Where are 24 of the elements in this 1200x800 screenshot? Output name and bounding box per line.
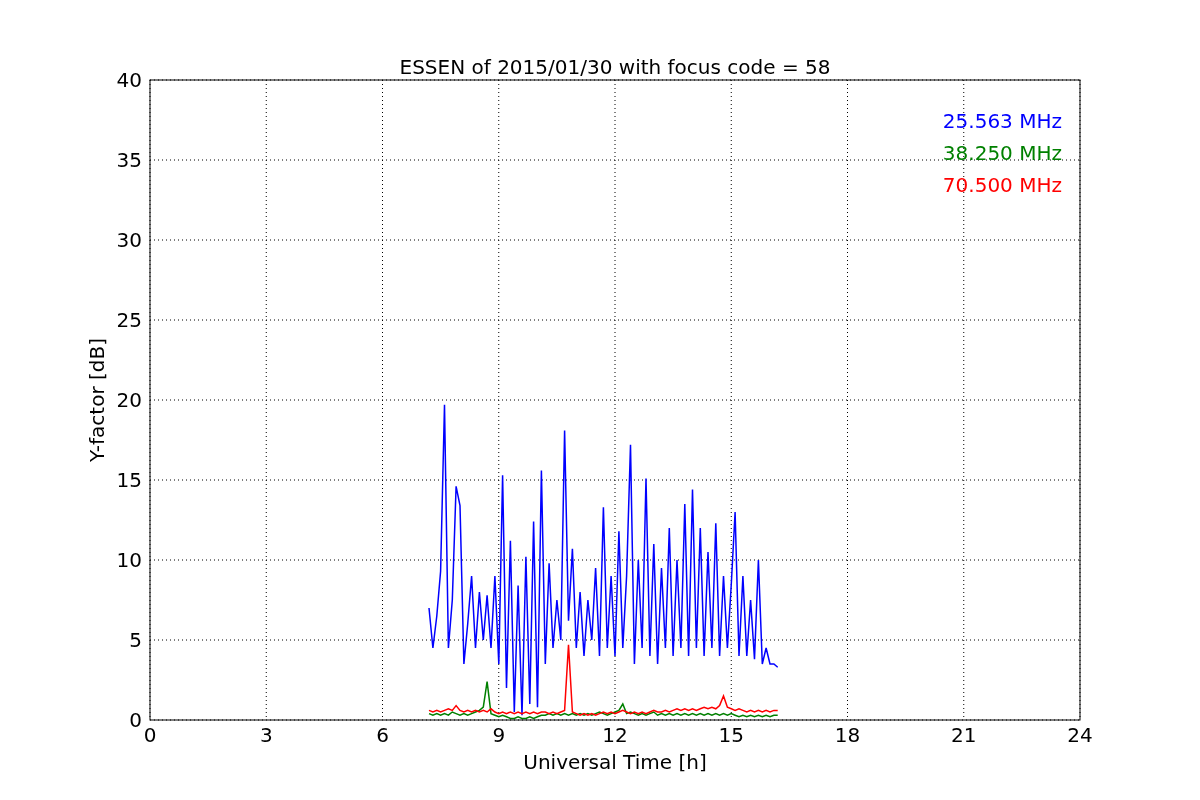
axis-tick-label: 9 <box>492 723 506 747</box>
axis-tick-label: 18 <box>834 723 861 747</box>
y-axis-label: Y-factor [dB] <box>85 338 109 462</box>
axis-tick-label: 24 <box>1067 723 1093 747</box>
axis-tick-label: 12 <box>602 723 628 747</box>
legend-label: 70.500 MHz <box>942 173 1062 197</box>
axis-tick-label: 40 <box>116 68 142 92</box>
legend-label: 38.250 MHz <box>942 141 1062 165</box>
axis-tick-label: 20 <box>116 388 142 412</box>
axis-tick-label: 6 <box>376 723 389 747</box>
axis-tick-label: 0 <box>129 708 142 732</box>
axis-tick-label: 10 <box>116 548 142 572</box>
x-axis-label: Universal Time [h] <box>523 750 707 774</box>
axis-tick-label: 25 <box>116 308 142 332</box>
chart-title: ESSEN of 2015/01/30 with focus code = 58 <box>399 55 831 79</box>
axis-tick-label: 0 <box>143 723 157 747</box>
axis-tick-label: 15 <box>116 468 142 492</box>
axis-tick-label: 35 <box>116 148 142 172</box>
axis-tick-label: 30 <box>116 228 142 252</box>
axis-tick-label: 21 <box>951 723 977 747</box>
legend-label: 25.563 MHz <box>942 109 1062 133</box>
axis-tick-label: 3 <box>259 723 273 747</box>
axis-tick-label: 5 <box>129 628 142 652</box>
axis-tick-label: 15 <box>718 723 744 747</box>
